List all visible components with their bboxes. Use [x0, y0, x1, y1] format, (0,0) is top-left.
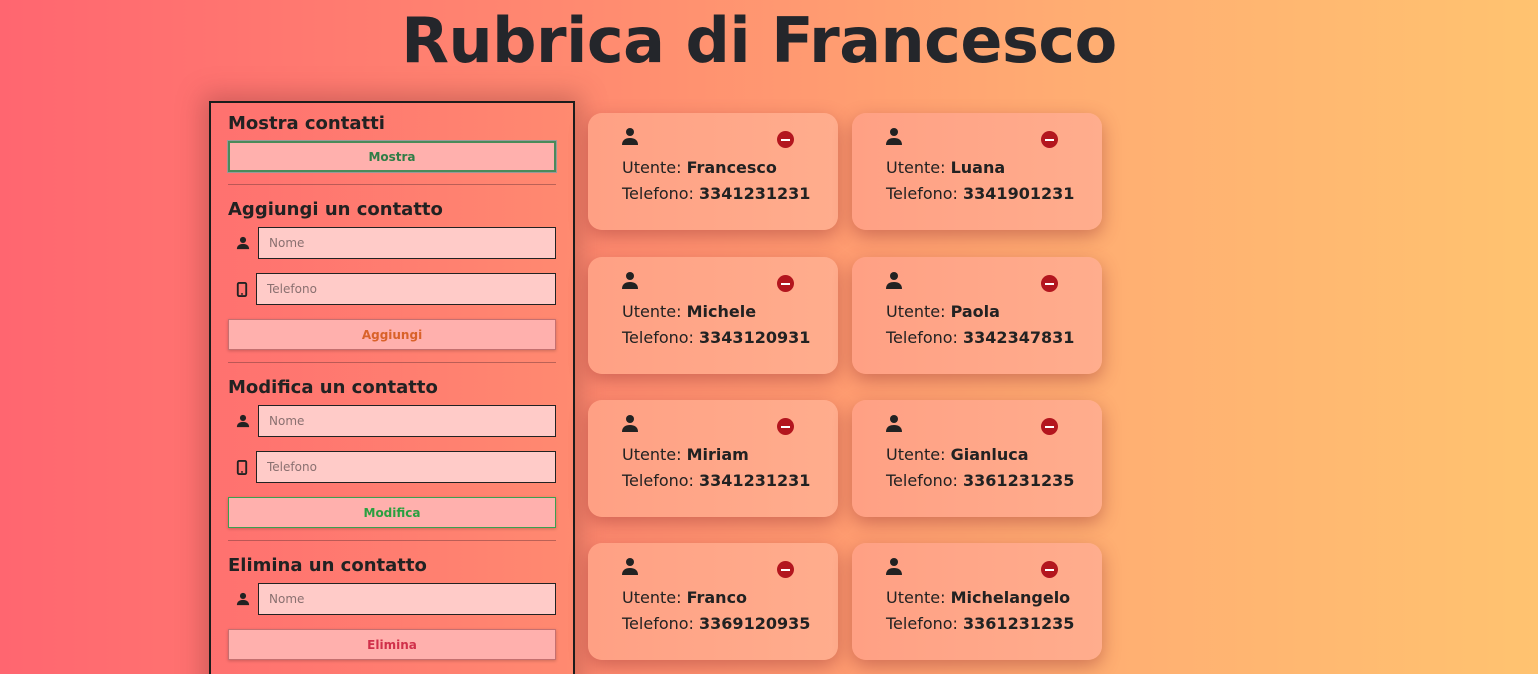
contact-user-line: Utente: Franco [622, 588, 748, 607]
edit-section: Modifica un contatto Modifica [228, 377, 556, 541]
add-heading: Aggiungi un contatto [228, 199, 443, 220]
contact-phone: 3361231235 [963, 614, 1075, 633]
contact-card: Utente: Michele Telefono: 3343120931 [588, 257, 838, 374]
mobile-phone-icon [228, 281, 256, 297]
show-section: Mostra contatti Mostra [228, 113, 556, 185]
user-icon [886, 127, 902, 155]
delete-button[interactable]: Elimina [228, 629, 556, 660]
contact-card: Utente: Franco Telefono: 3369120935 [588, 543, 838, 660]
user-icon [228, 414, 258, 428]
divider [228, 184, 556, 185]
user-icon [228, 236, 258, 250]
contact-user-line: Utente: Michelangelo [886, 588, 1071, 607]
user-icon [886, 271, 902, 299]
contact-user-line: Utente: Miriam [622, 445, 749, 464]
edit-button[interactable]: Modifica [228, 497, 556, 528]
contact-phone: 3341901231 [963, 184, 1075, 203]
user-icon [622, 271, 638, 299]
page-title: Rubrica di Francesco [401, 4, 1117, 77]
delete-heading: Elimina un contatto [228, 555, 427, 576]
contact-phone: 3361231235 [963, 471, 1075, 490]
contact-phone: 3341231231 [699, 471, 811, 490]
contact-phone: 3343120931 [699, 328, 811, 347]
remove-contact-icon[interactable] [1041, 418, 1058, 435]
contact-name: Luana [950, 158, 1006, 177]
contact-card: Utente: Luana Telefono: 3341901231 [852, 113, 1102, 230]
add-button[interactable]: Aggiungi [228, 319, 556, 350]
contact-name: Miriam [686, 445, 749, 464]
user-icon [228, 592, 258, 606]
remove-contact-icon[interactable] [777, 561, 794, 578]
contact-card: Utente: Miriam Telefono: 3341231231 [588, 400, 838, 517]
delete-section: Elimina un contatto Elimina [228, 555, 556, 660]
remove-contact-icon[interactable] [1041, 561, 1058, 578]
contact-card: Utente: Michelangelo Telefono: 336123123… [852, 543, 1102, 660]
contact-phone-line: Telefono: 3361231235 [886, 614, 1075, 633]
contact-form-panel: Mostra contatti Mostra Aggiungi un conta… [209, 101, 575, 674]
delete-name-input[interactable] [258, 583, 556, 615]
contact-name: Michele [686, 302, 757, 321]
contact-phone: 3369120935 [699, 614, 811, 633]
edit-phone-input[interactable] [256, 451, 556, 483]
contact-phone: 3341231231 [699, 184, 811, 203]
edit-name-input[interactable] [258, 405, 556, 437]
remove-contact-icon[interactable] [1041, 275, 1058, 292]
contact-user-line: Utente: Paola [886, 302, 1000, 321]
edit-heading: Modifica un contatto [228, 377, 438, 398]
remove-contact-icon[interactable] [777, 131, 794, 148]
show-heading: Mostra contatti [228, 113, 385, 134]
user-icon [886, 557, 902, 585]
contact-user-line: Utente: Michele [622, 302, 757, 321]
contact-card: Utente: Francesco Telefono: 3341231231 [588, 113, 838, 230]
add-phone-input[interactable] [256, 273, 556, 305]
contact-user-line: Utente: Francesco [622, 158, 777, 177]
contact-name: Francesco [686, 158, 777, 177]
contact-name: Gianluca [950, 445, 1029, 464]
contact-name: Franco [686, 588, 748, 607]
remove-contact-icon[interactable] [777, 275, 794, 292]
contact-name: Paola [950, 302, 1000, 321]
show-button[interactable]: Mostra [228, 141, 556, 172]
contact-phone-line: Telefono: 3341231231 [622, 471, 811, 490]
add-section: Aggiungi un contatto Aggiungi [228, 199, 556, 363]
user-icon [622, 127, 638, 155]
contact-phone-line: Telefono: 3361231235 [886, 471, 1075, 490]
remove-contact-icon[interactable] [1041, 131, 1058, 148]
remove-contact-icon[interactable] [777, 418, 794, 435]
user-icon [622, 557, 638, 585]
divider [228, 540, 556, 541]
contact-user-line: Utente: Luana [886, 158, 1006, 177]
add-name-input[interactable] [258, 227, 556, 259]
mobile-phone-icon [228, 459, 256, 475]
contact-phone-line: Telefono: 3369120935 [622, 614, 811, 633]
contact-phone: 3342347831 [963, 328, 1075, 347]
contact-card: Utente: Gianluca Telefono: 3361231235 [852, 400, 1102, 517]
contact-phone-line: Telefono: 3341231231 [622, 184, 811, 203]
contact-card: Utente: Paola Telefono: 3342347831 [852, 257, 1102, 374]
contact-user-line: Utente: Gianluca [886, 445, 1029, 464]
user-icon [886, 414, 902, 442]
contact-name: Michelangelo [950, 588, 1071, 607]
divider [228, 362, 556, 363]
contact-phone-line: Telefono: 3343120931 [622, 328, 811, 347]
user-icon [622, 414, 638, 442]
contact-phone-line: Telefono: 3341901231 [886, 184, 1075, 203]
contact-phone-line: Telefono: 3342347831 [886, 328, 1075, 347]
